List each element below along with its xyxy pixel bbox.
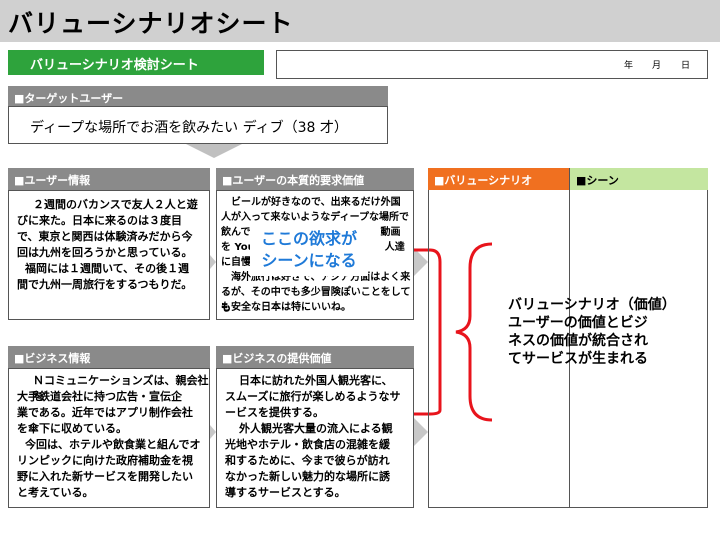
text-line: リンピックに向けた政府補助金を視 bbox=[17, 454, 193, 467]
text-line: 野に入れた新サービスを開発したい bbox=[17, 470, 193, 483]
user-value-header: ■ユーザーの本質的要求価値 bbox=[216, 168, 414, 190]
text-line: 大手鉄道会社に持つ広告・宣伝企 bbox=[17, 390, 182, 403]
text-line: を傘下に収めている。 bbox=[17, 422, 127, 435]
text-line: 福岡には１週間いて、その後１週 bbox=[25, 262, 190, 275]
summary-text: バリューシナリオ（価値） ユーザーの価値とビジ ネスの価値が統合され てサービス… bbox=[508, 296, 698, 368]
text-line: なかった新しい魅力的な場所に誘 bbox=[225, 470, 390, 483]
text-line: で、東京と関西は体験済みだから今 bbox=[17, 230, 193, 243]
summary-line: ユーザーの価値とビジ bbox=[508, 315, 648, 331]
text-line: も安全な日本は特にいいね。 bbox=[221, 302, 351, 313]
text-line: びに来た。日本に来るのは３度目 bbox=[17, 214, 182, 227]
right-arrow-icon bbox=[414, 248, 428, 276]
text-line: ービスを提供する。 bbox=[225, 406, 324, 419]
biz-info-header: ■ビジネス情報 bbox=[8, 346, 210, 368]
callout-text: ここの欲求が シーンになる bbox=[254, 228, 364, 272]
scene-header: ■シーン bbox=[570, 168, 708, 190]
text-line: ２週間のバカンスで友人２人と遊 bbox=[33, 198, 198, 211]
text-line: 今回は、ホテルや飲食業と組んでオ bbox=[25, 438, 201, 451]
text-line: と考えている。 bbox=[17, 486, 94, 499]
text-line: スムーズに旅行が楽しめるようなサ bbox=[225, 390, 401, 403]
text-line: に自慢 bbox=[221, 257, 251, 268]
summary-line: バリューシナリオ（価値） bbox=[508, 297, 676, 313]
summary-line: てサービスが生まれる bbox=[508, 351, 648, 367]
text-line: 間で九州一周旅行をするつもりだ。 bbox=[17, 278, 193, 291]
text-line: 導するサービスとする。 bbox=[225, 486, 346, 499]
text-line: 日本に訪れた外国人観光客に、 bbox=[239, 374, 393, 387]
text-line: 業である。近年ではアプリ制作会社 bbox=[17, 406, 193, 419]
text-line: ビールが好きなので、出来るだけ外国 bbox=[231, 197, 401, 208]
text-line: 光地やホテル・飲食店の混雑を緩 bbox=[225, 438, 390, 451]
user-info-panel[interactable]: ２週間のバカンスで友人２人と遊 びに来た。日本に来るのは３度目 で、東京と関西は… bbox=[8, 190, 210, 320]
text-line: 回は九州を回ろうかと思っている。 bbox=[17, 246, 193, 259]
callout-line: シーンになる bbox=[261, 251, 357, 270]
biz-info-panel[interactable]: Ｎコミュニケーションズは、親会社を 大手鉄道会社に持つ広告・宣伝企 業である。近… bbox=[8, 368, 210, 508]
biz-value-header: ■ビジネスの提供価値 bbox=[216, 346, 414, 368]
user-info-header: ■ユーザー情報 bbox=[8, 168, 210, 190]
biz-value-panel[interactable]: 日本に訪れた外国人観光客に、 スムーズに旅行が楽しめるようなサ ービスを提供する… bbox=[216, 368, 414, 508]
right-arrow-icon bbox=[414, 418, 428, 446]
value-scenario-header: ■バリューシナリオ bbox=[428, 168, 569, 190]
text-line: 和するために、今まで彼らが訪れ bbox=[225, 454, 390, 467]
text-line: 外人観光客大量の流入による観 bbox=[239, 422, 393, 435]
callout-line: ここの欲求が bbox=[260, 229, 357, 248]
summary-line: ネスの価値が統合され bbox=[508, 333, 648, 349]
